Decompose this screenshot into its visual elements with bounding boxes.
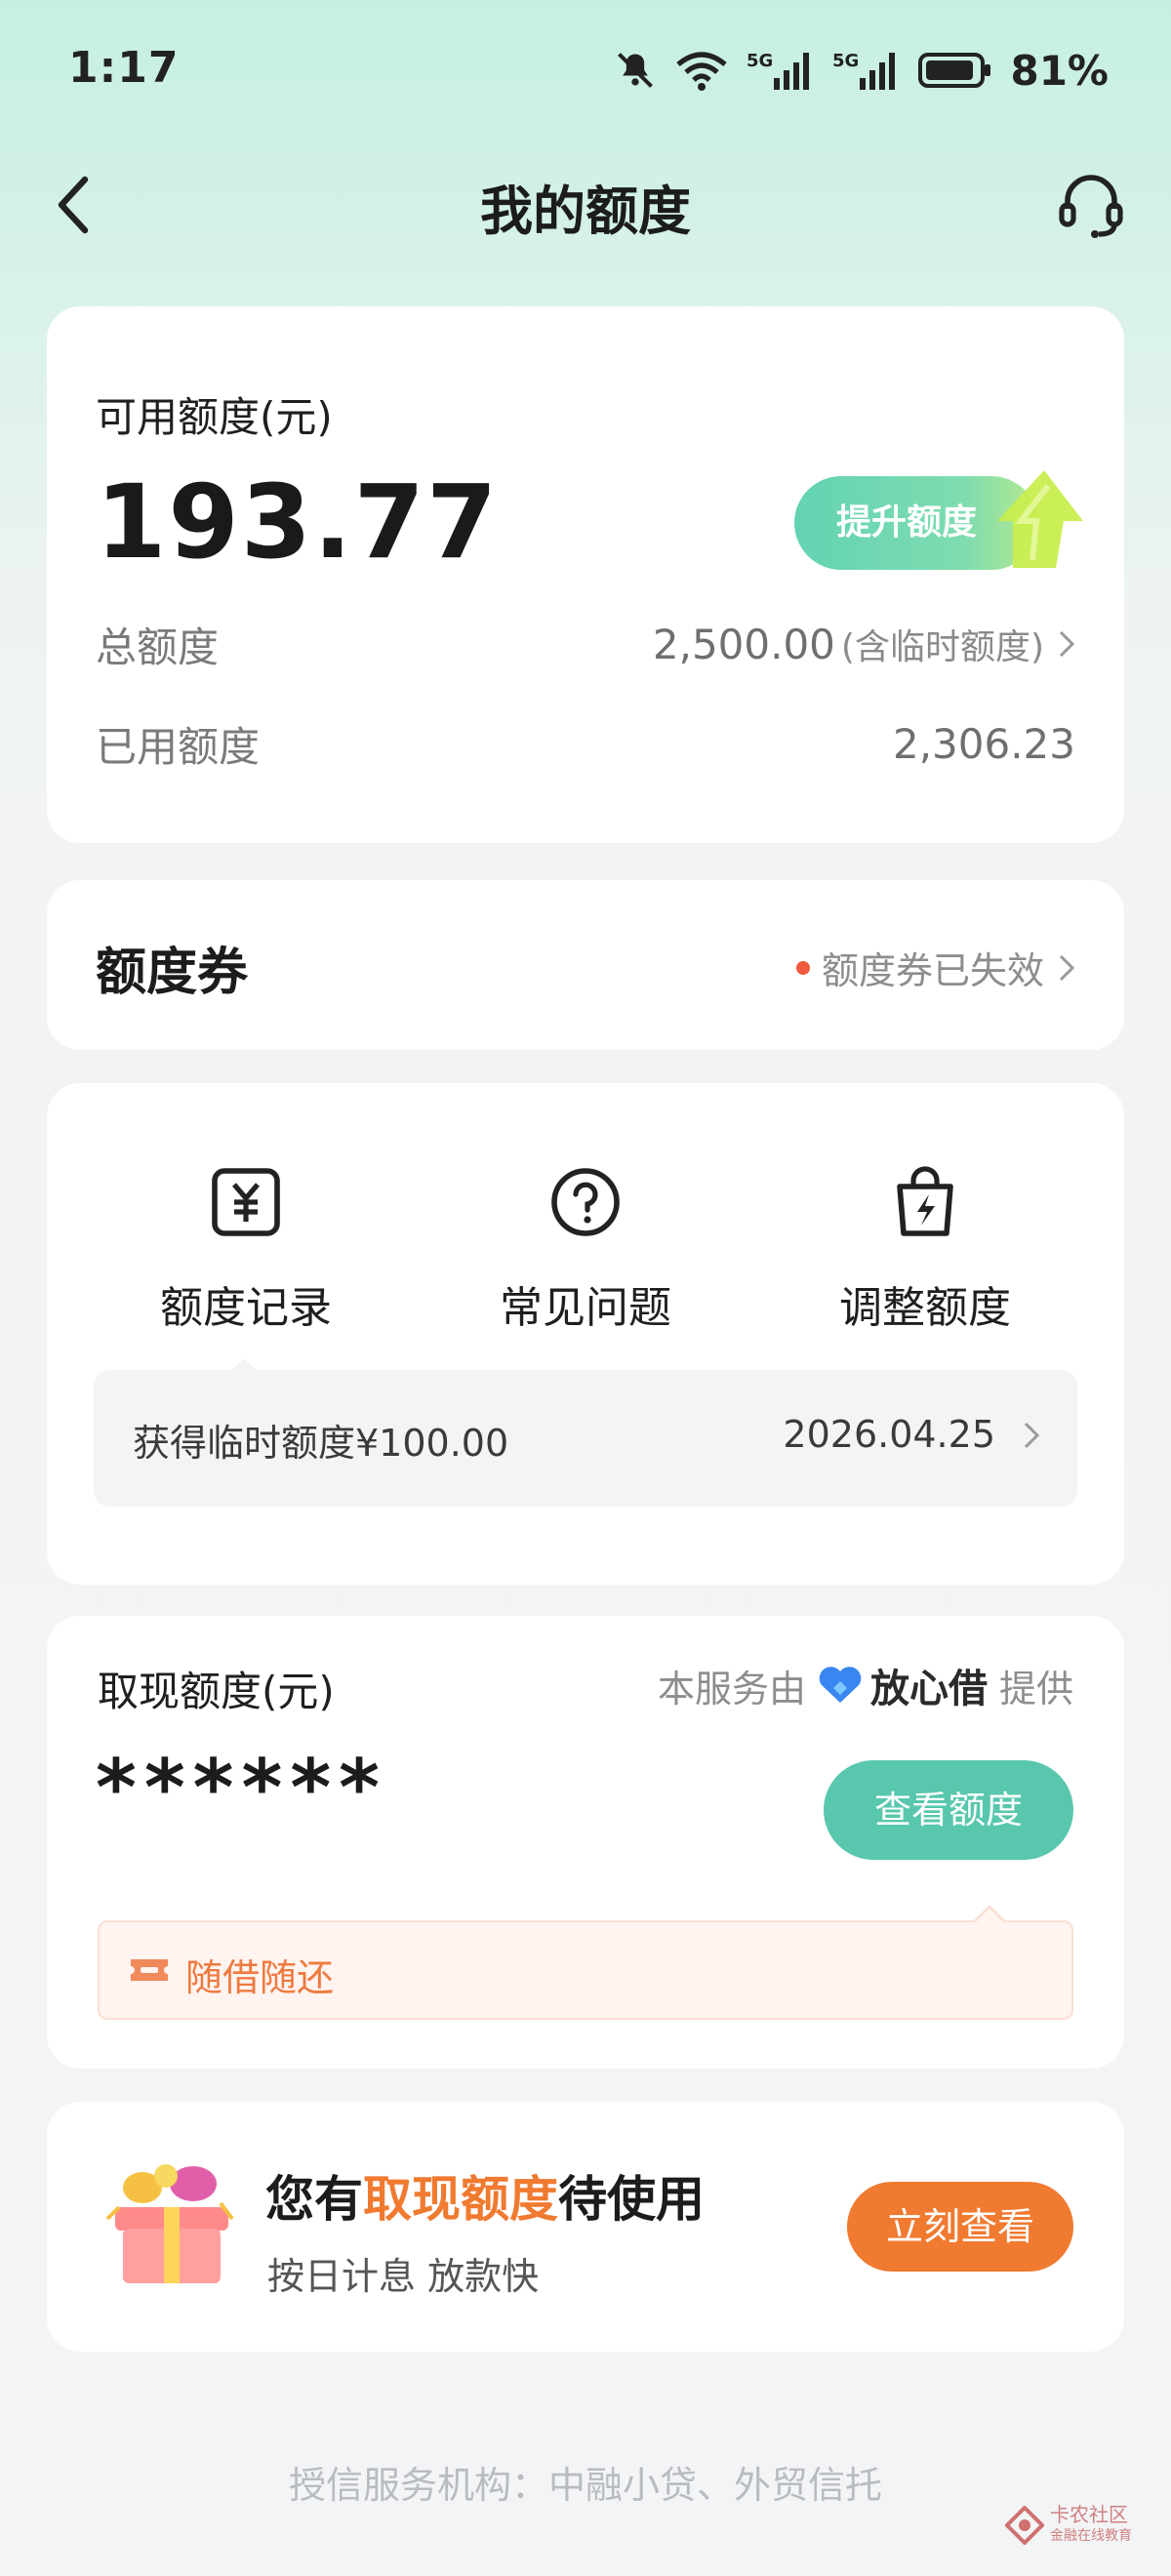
faq-label: 常见问题 [500,1283,671,1333]
credit-record-action[interactable]: 额度记录 [100,1161,392,1335]
signal-5g-icon: 5G [747,49,815,92]
promo-title-highlight: 取现额度 [363,2171,558,2228]
credit-institution-footer: 授信服务机构：中融小贷、外贸信托 [288,2464,882,2507]
used-credit-row: 已用额度 2,306.23 [96,714,1075,773]
question-circle-icon [545,1161,626,1243]
raise-credit-button[interactable]: 提升额度 [794,463,1087,572]
total-credit-value: 2,500.00 [652,620,835,668]
cash-credit-masked: ****** [96,1743,388,1833]
quick-actions-card: 额度记录 常见问题 调整额度 获得临时额度¥100.00 2026.04.25 [47,1083,1124,1585]
alert-dot [795,960,810,975]
available-credit-card: 可用额度(元) 193.77 提升额度 总额度 2,500.00 (含临时额度)… [47,306,1124,843]
signal-5g-icon: 5G [832,49,901,92]
watermark-logo-icon [1005,2506,1044,2545]
provider-logo: 放心借 [818,1657,988,1713]
temp-credit-notice[interactable]: 获得临时额度¥100.00 2026.04.25 [94,1370,1077,1507]
used-credit-label: 已用额度 [96,722,261,771]
status-bar: 1:17 5G 5G 81% [0,0,1171,137]
adjust-credit-label: 调整额度 [839,1283,1011,1333]
cash-credit-card: 取现额度(元) 本服务由 放心借 提供 ****** 查看额度 随借随还 [47,1616,1124,2069]
promo-title-after: 待使用 [558,2171,705,2228]
chevron-right-icon [1024,1422,1040,1449]
flexible-repay-text: 随借随还 [185,1956,335,1999]
svg-text:5G: 5G [832,51,859,71]
customer-service-button[interactable] [1052,166,1130,244]
provider-suffix: 提供 [998,1667,1073,1711]
watermark: 卡农社区金融在线教育 [1005,2504,1132,2547]
battery-percent: 81% [1010,46,1109,95]
used-credit-value: 2,306.23 [892,719,1075,768]
watermark-sub: 金融在线教育 [1050,2528,1132,2544]
promo-subtitle: 按日计息 放款快 [267,2255,540,2298]
chevron-right-icon [1059,954,1075,981]
ticket-icon [131,1959,168,1981]
chevron-right-icon [1059,630,1075,658]
wifi-icon [674,49,729,92]
lightning-bag-icon [884,1161,966,1243]
heart-logo-icon [819,1667,862,1703]
view-credit-button[interactable]: 查看额度 [824,1760,1073,1860]
faq-action[interactable]: 常见问题 [439,1161,732,1335]
available-credit-label: 可用额度(元) [96,393,333,441]
headset-icon [1059,175,1123,238]
status-icons: 5G 5G 81% [614,43,1109,98]
status-time: 1:17 [68,43,180,93]
provider-prefix: 本服务由 [657,1667,806,1711]
raise-credit-label: 提升额度 [835,503,977,543]
svg-text:5G: 5G [747,51,773,71]
available-credit-amount: 193.77 [96,463,500,582]
flexible-repay-banner: 随借随还 [98,1920,1073,2020]
mute-bell-icon [614,49,657,92]
coupon-title: 额度券 [96,944,249,1002]
promo-title: 您有取现额度待使用 [265,2160,705,2231]
gift-box-icon [105,2164,234,2283]
cash-promo-card: 您有取现额度待使用 按日计息 放款快 立刻查看 [47,2102,1124,2352]
notice-date: 2026.04.25 [783,1413,995,1456]
credit-coupon-card[interactable]: 额度券 额度券已失效 [47,880,1124,1050]
promo-title-before: 您有 [265,2171,363,2228]
yuan-receipt-icon [205,1161,287,1243]
service-provider: 本服务由 放心借 提供 [658,1657,1073,1713]
coupon-status-text: 额度券已失效 [821,949,1044,992]
coupon-status: 额度券已失效 [795,941,1075,994]
nav-bar: 我的额度 [0,146,1171,263]
adjust-credit-action[interactable]: 调整额度 [779,1161,1071,1335]
total-credit-row[interactable]: 总额度 2,500.00 (含临时额度) [96,615,1075,673]
total-credit-label: 总额度 [96,623,220,671]
total-credit-note: (含临时额度) [840,627,1044,667]
cash-credit-label: 取现额度(元) [98,1668,335,1715]
notice-text: 获得临时额度¥100.00 [133,1422,509,1465]
battery-icon [918,51,992,90]
page-title: 我的额度 [480,181,691,242]
view-now-button[interactable]: 立刻查看 [847,2182,1073,2272]
credit-record-label: 额度记录 [160,1283,332,1333]
watermark-name: 卡农社区 [1050,2503,1128,2526]
up-arrow-icon [997,470,1083,568]
provider-name: 放心借 [869,1667,988,1711]
